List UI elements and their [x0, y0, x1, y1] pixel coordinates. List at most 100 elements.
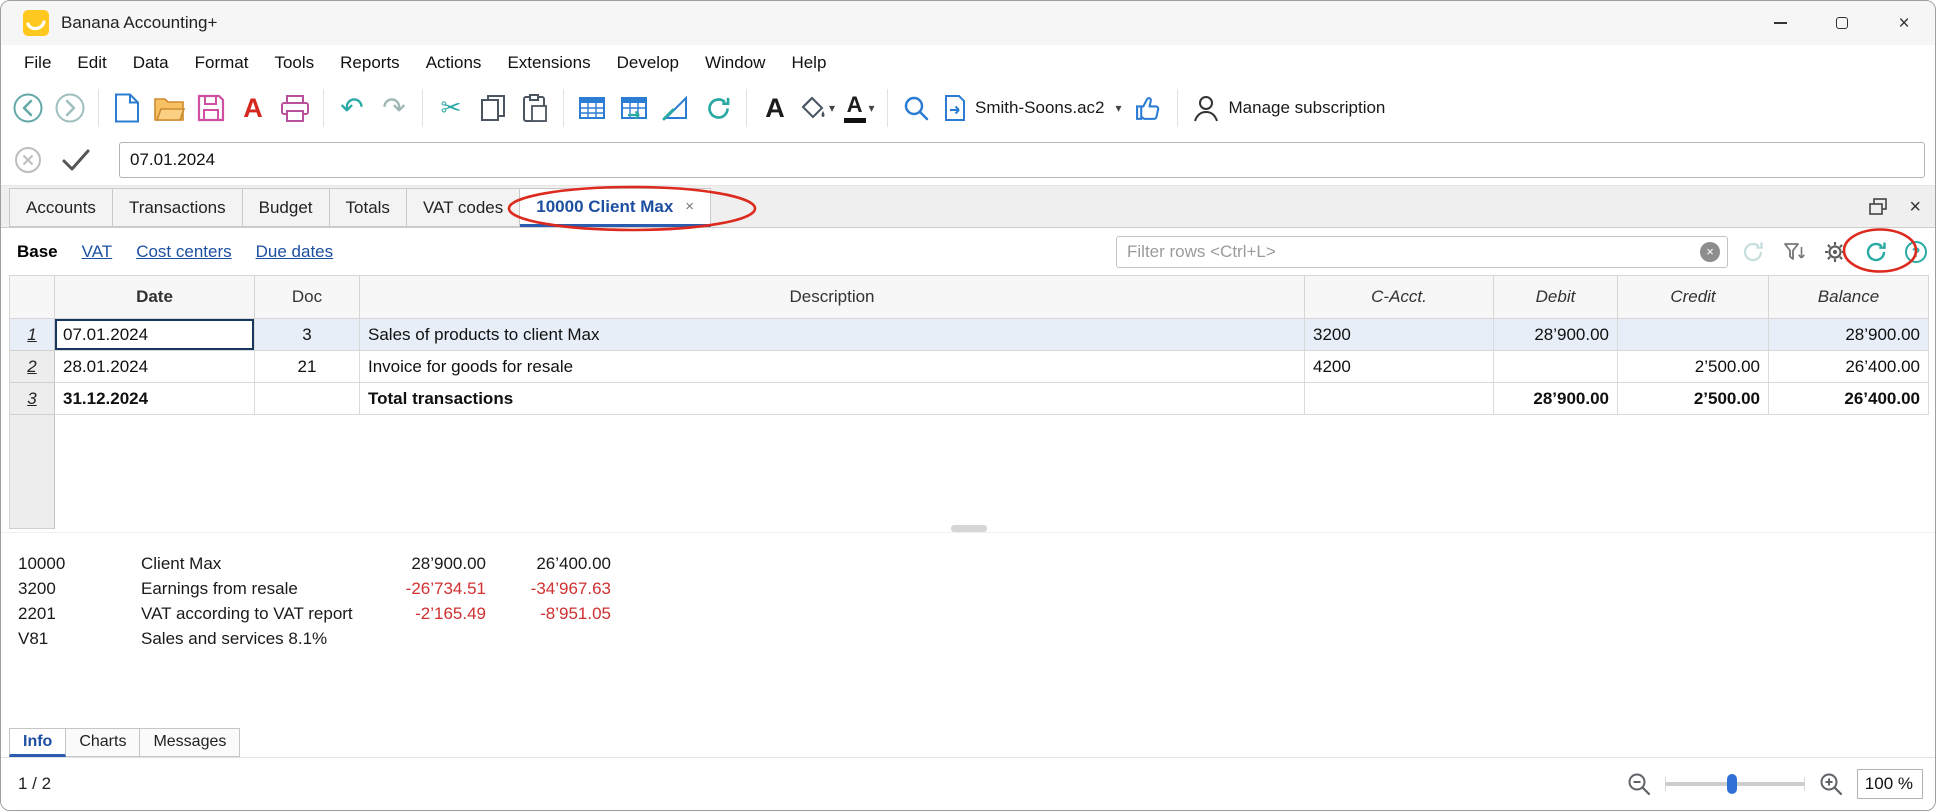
menu-tools[interactable]: Tools [261, 49, 327, 77]
filter-rows-input[interactable] [1116, 235, 1728, 268]
row-number[interactable]: 3 [9, 383, 55, 415]
menu-develop[interactable]: Develop [604, 49, 692, 77]
tab-close-icon[interactable]: × [685, 199, 694, 214]
zoom-out-icon[interactable] [1626, 771, 1652, 797]
cell-balance[interactable]: 26’400.00 [1769, 351, 1929, 383]
column-header-description[interactable]: Description [360, 275, 1305, 319]
paste-button[interactable] [514, 85, 556, 131]
menu-actions[interactable]: Actions [413, 49, 495, 77]
font-color-button[interactable]: A ▾ [838, 85, 880, 131]
column-header-cacct[interactable]: C-Acct. [1305, 275, 1494, 319]
view-vat[interactable]: VAT [82, 242, 113, 262]
cell-credit[interactable] [1618, 319, 1769, 351]
clear-filter-icon[interactable]: × [1700, 241, 1720, 262]
forward-button[interactable] [49, 85, 91, 131]
menu-file[interactable]: File [11, 49, 64, 77]
cell-date[interactable]: 31.12.2024 [55, 383, 255, 415]
menu-help[interactable]: Help [778, 49, 839, 77]
cell-credit[interactable]: 2’500.00 [1618, 351, 1769, 383]
extract-rows-button[interactable] [613, 85, 655, 131]
recalculate-button[interactable] [697, 85, 739, 131]
tab-charts[interactable]: Charts [66, 728, 141, 757]
menu-edit[interactable]: Edit [64, 49, 119, 77]
row-number[interactable]: 1 [9, 319, 55, 351]
splitter-handle[interactable] [951, 525, 987, 532]
column-header-credit[interactable]: Credit [1618, 275, 1769, 319]
insert-rows-button[interactable] [571, 85, 613, 131]
cell-debit[interactable]: 28’900.00 [1494, 319, 1618, 351]
view-base[interactable]: Base [17, 242, 58, 262]
cell-description[interactable]: Sales of products to client Max [360, 319, 1305, 351]
cell-date-selected[interactable]: 07.01.2024 [55, 319, 255, 351]
refresh-filter-icon-disabled[interactable] [1741, 240, 1765, 264]
cell-balance[interactable]: 28’900.00 [1769, 319, 1929, 351]
column-header-date[interactable]: Date [55, 275, 255, 319]
feedback-button[interactable] [1128, 85, 1170, 131]
tab-accounts[interactable]: Accounts [9, 188, 113, 227]
print-button[interactable] [274, 85, 316, 131]
menu-reports[interactable]: Reports [327, 49, 413, 77]
column-header-doc[interactable]: Doc [255, 275, 360, 319]
zoom-in-icon[interactable] [1818, 771, 1844, 797]
back-button[interactable] [7, 85, 49, 131]
cell-doc[interactable]: 21 [255, 351, 360, 383]
menu-format[interactable]: Format [182, 49, 262, 77]
tab-vat-codes[interactable]: VAT codes [406, 188, 521, 227]
close-button[interactable]: × [1873, 1, 1935, 45]
maximize-button[interactable] [1811, 1, 1873, 45]
cell-description[interactable]: Invoice for goods for resale [360, 351, 1305, 383]
cell-credit[interactable]: 2’500.00 [1618, 383, 1769, 415]
cell-debit[interactable]: 28’900.00 [1494, 383, 1618, 415]
cancel-edit-button[interactable] [13, 145, 43, 175]
cell-balance[interactable]: 26’400.00 [1769, 383, 1929, 415]
cell-cacct[interactable]: 3200 [1305, 319, 1494, 351]
undo-button[interactable]: ↶ [331, 85, 373, 131]
view-due-dates[interactable]: Due dates [256, 242, 334, 262]
open-file-button[interactable] [148, 85, 190, 131]
zoom-level-value[interactable]: 100 % [1857, 769, 1923, 799]
tab-transactions[interactable]: Transactions [112, 188, 243, 227]
zoom-slider-handle[interactable] [1727, 774, 1737, 794]
zoom-slider[interactable] [1665, 773, 1805, 795]
column-header-debit[interactable]: Debit [1494, 275, 1618, 319]
menu-data[interactable]: Data [120, 49, 182, 77]
tab-totals[interactable]: Totals [329, 188, 407, 227]
cut-button[interactable]: ✂ [430, 85, 472, 131]
new-file-button[interactable] [106, 85, 148, 131]
formula-input[interactable] [119, 142, 1925, 178]
file-switcher[interactable]: Smith-Soons.ac2 ▾ [937, 85, 1127, 131]
cell-debit[interactable] [1494, 351, 1618, 383]
fill-color-button[interactable]: ▾ [796, 85, 838, 131]
search-button[interactable] [895, 85, 937, 131]
cell-doc[interactable] [255, 383, 360, 415]
sort-rows-icon[interactable] [1782, 240, 1806, 264]
cell-cacct[interactable]: 4200 [1305, 351, 1494, 383]
float-window-icon[interactable] [1867, 196, 1889, 218]
close-tab-group-icon[interactable]: × [1909, 197, 1921, 217]
redo-button[interactable]: ↷ [373, 85, 415, 131]
cell-description[interactable]: Total transactions [360, 383, 1305, 415]
cell-cacct[interactable] [1305, 383, 1494, 415]
menu-window[interactable]: Window [692, 49, 778, 77]
refresh-table-icon[interactable] [1864, 240, 1888, 264]
row-number[interactable]: 2 [9, 351, 55, 383]
cell-date[interactable]: 28.01.2024 [55, 351, 255, 383]
manage-subscription-button[interactable]: Manage subscription [1185, 85, 1394, 131]
design-tool-button[interactable] [655, 85, 697, 131]
tab-account-card-active[interactable]: 10000 Client Max × [520, 188, 712, 227]
tab-info[interactable]: Info [9, 728, 67, 757]
select-all-corner[interactable] [9, 275, 55, 319]
tab-budget[interactable]: Budget [242, 188, 330, 227]
accept-edit-button[interactable] [61, 148, 91, 172]
cell-doc[interactable]: 3 [255, 319, 360, 351]
menu-extensions[interactable]: Extensions [494, 49, 603, 77]
tab-messages[interactable]: Messages [140, 728, 241, 757]
minimize-button[interactable] [1749, 1, 1811, 45]
column-header-balance[interactable]: Balance [1769, 275, 1929, 319]
copy-button[interactable] [472, 85, 514, 131]
pdf-export-button[interactable]: A [232, 85, 274, 131]
help-icon[interactable]: ? [1905, 240, 1927, 263]
font-button[interactable]: A [754, 85, 796, 131]
gear-icon[interactable] [1823, 240, 1847, 264]
save-button[interactable] [190, 85, 232, 131]
